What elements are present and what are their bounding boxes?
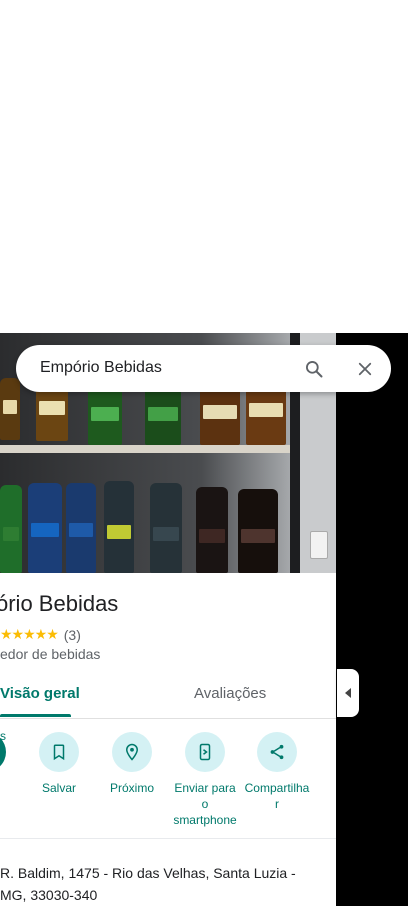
share-icon (257, 732, 297, 772)
place-category[interactable]: edor de bebidas (0, 646, 100, 662)
tab-overview[interactable]: Visão geral (0, 685, 80, 702)
directions-label: s (0, 729, 6, 743)
place-title: ório Bebidas (0, 591, 119, 616)
nearby-label: Próximo (109, 781, 154, 795)
caret-left-icon (345, 688, 351, 698)
rating-row[interactable]: ★★★★★ (3) (0, 626, 81, 643)
close-icon[interactable] (352, 356, 378, 382)
nearby-button[interactable]: Próximo (92, 732, 172, 796)
search-icon[interactable] (301, 356, 327, 382)
rating-count[interactable]: (3) (64, 627, 81, 643)
share-button[interactable]: Compartilha r (237, 732, 317, 812)
search-box[interactable] (16, 345, 391, 392)
outlet (310, 531, 328, 559)
address-line-2: MG, 33030-340 (0, 887, 98, 903)
send-to-phone-label: Enviar para o smartphone (173, 781, 237, 827)
tab-reviews[interactable]: Avaliações (194, 685, 266, 702)
action-buttons: Salvar Próximo Enviar para o smartphone … (0, 718, 336, 839)
send-to-phone-button[interactable]: Enviar para o smartphone (165, 732, 245, 828)
blank-map-area (0, 0, 408, 333)
share-label: Compartilha r (244, 781, 310, 811)
search-input[interactable] (40, 355, 280, 381)
nearby-icon (112, 732, 152, 772)
address-line-1: R. Baldim, 1475 - Rio das Velhas, Santa … (0, 865, 296, 881)
active-tab-indicator (0, 714, 71, 717)
rating-stars: ★★★★★ (0, 626, 59, 642)
collapse-panel-button[interactable] (337, 669, 359, 717)
send-to-phone-icon (185, 732, 225, 772)
tab-bar: Visão geral Avaliações (0, 673, 336, 719)
map-area[interactable] (336, 333, 408, 906)
place-panel: ório Bebidas ★★★★★ (3) edor de bebidas V… (0, 333, 336, 906)
save-button[interactable]: Salvar (19, 732, 99, 796)
bookmark-icon (39, 732, 79, 772)
save-label: Salvar (41, 781, 76, 795)
address[interactable]: R. Baldim, 1475 - Rio das Velhas, Santa … (0, 862, 300, 906)
